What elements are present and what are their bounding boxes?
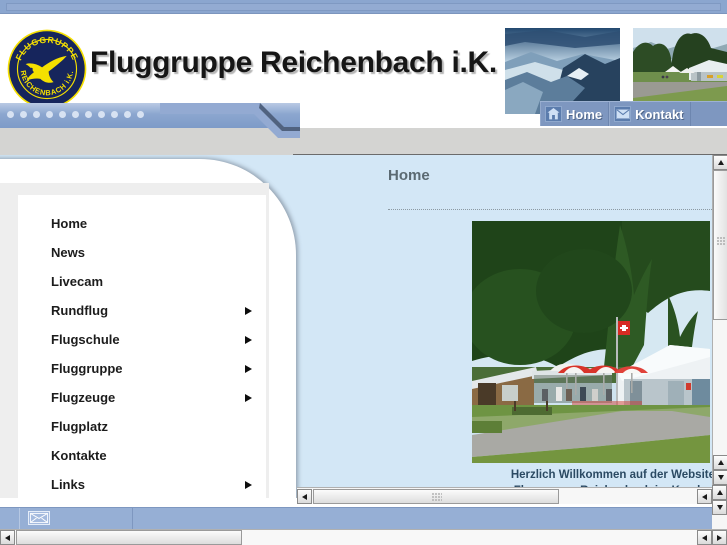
sidebar-item-home[interactable]: Home (18, 209, 266, 238)
sidebar-item-label: Rundflug (51, 303, 109, 318)
triangle-left-icon (702, 534, 707, 541)
content-vertical-scrollbar[interactable] (712, 155, 727, 485)
scroll-right-arrow[interactable] (712, 530, 727, 545)
deco-dot (72, 111, 79, 118)
scroll-thumb-grip (432, 493, 442, 501)
triangle-down-icon (716, 505, 723, 510)
scroll-left-arrow-secondary[interactable] (697, 489, 712, 504)
deco-dot (85, 111, 92, 118)
chevron-right-icon (245, 393, 252, 402)
scroll-up-arrow[interactable] (712, 485, 727, 500)
scroll-up-arrow[interactable] (713, 155, 727, 170)
triangle-left-icon (702, 493, 707, 500)
sidebar-item-flugzeuge[interactable]: Flugzeuge (18, 383, 266, 412)
chevron-right-icon (245, 306, 252, 315)
triangle-left-icon (302, 493, 307, 500)
page-content-canvas: Home Herzlich Willkommen auf der Website… (0, 155, 712, 498)
deco-dot (33, 111, 40, 118)
deco-dot (20, 111, 27, 118)
deco-dot (137, 111, 144, 118)
scroll-down-arrow[interactable] (712, 500, 727, 515)
deco-dot (7, 111, 14, 118)
content-hscroll-thumb[interactable] (313, 489, 559, 504)
sidebar-item-flugplatz[interactable]: Flugplatz (18, 412, 266, 441)
triangle-right-icon (717, 534, 722, 541)
sidebar-item-news[interactable]: News (18, 238, 266, 267)
sidebar-item-label: Flugschule (51, 332, 120, 347)
envelope-icon (614, 106, 632, 122)
nav-item-home-label: Home (566, 106, 603, 122)
deco-dot (46, 111, 53, 118)
sidebar-menu: Home News Livecam Rundflug Flugschule Fl… (18, 195, 266, 498)
sidebar-item-flugschule[interactable]: Flugschule (18, 325, 266, 354)
main-navigation: Home Kontakt (540, 101, 727, 126)
house-icon (545, 106, 562, 122)
nav-item-kontakt-label: Kontakt (635, 106, 684, 122)
welcome-line-1: Herzlich Willkommen auf der Website (510, 469, 712, 481)
sidebar-item-label: Livecam (51, 274, 104, 289)
footer-bar (0, 507, 712, 529)
triangle-up-icon (717, 160, 724, 165)
clubhouse-terrace-photo (472, 221, 710, 463)
triangle-up-icon (716, 490, 723, 495)
content-horizontal-scrollbar[interactable] (297, 487, 727, 504)
deco-dot (111, 111, 118, 118)
nav-item-kontakt[interactable]: Kontakt (609, 102, 691, 126)
content-gray-backdrop (0, 128, 727, 155)
triangle-left-icon (5, 534, 10, 541)
page-vertical-scrollbar[interactable] (712, 485, 727, 529)
content-column: Home Herzlich Willkommen auf der Website (295, 155, 712, 498)
page-title: Fluggruppe Reichenbach i.K. (90, 46, 497, 79)
scroll-left-arrow[interactable] (0, 530, 15, 545)
deco-dot (98, 111, 105, 118)
top-strip-inner (6, 3, 721, 11)
sidebar-item-fluggruppe[interactable]: Fluggruppe (18, 354, 266, 383)
envelope-icon[interactable] (28, 511, 50, 525)
sidebar-item-label: Fluggruppe (51, 361, 123, 376)
sidebar-item-kontakte[interactable]: Kontakte (18, 441, 266, 470)
sidebar-item-links[interactable]: Links (18, 470, 266, 498)
scroll-left-arrow[interactable] (297, 489, 312, 504)
chevron-right-icon (245, 364, 252, 373)
footer-mail-cell[interactable] (19, 508, 133, 529)
chevron-right-icon (245, 335, 252, 344)
content-vscroll-thumb[interactable] (713, 170, 727, 320)
nav-item-home[interactable]: Home (540, 102, 610, 126)
scroll-thumb-grip (717, 237, 725, 246)
sidebar-item-label: Links (51, 477, 85, 492)
deco-dot (124, 111, 131, 118)
triangle-up-icon (717, 460, 724, 465)
content-heading: Home (388, 167, 430, 184)
sidebar-plate: Home News Livecam Rundflug Flugschule Fl… (0, 183, 269, 498)
deco-dot (59, 111, 66, 118)
sidebar-item-label: Kontakte (51, 448, 107, 463)
sidebar-item-label: News (51, 245, 85, 260)
content-divider (388, 209, 712, 210)
sidebar-panel: Home News Livecam Rundflug Flugschule Fl… (0, 159, 296, 498)
page-hscroll-thumb[interactable] (16, 530, 242, 545)
triangle-down-icon (717, 475, 724, 480)
scroll-down-arrow[interactable] (713, 470, 727, 485)
sidebar-item-livecam[interactable]: Livecam (18, 267, 266, 296)
sidebar-item-label: Home (51, 216, 88, 231)
scroll-left-arrow-secondary[interactable] (697, 530, 712, 545)
club-emblem-bird-icon[interactable]: FLUGGRUPPE REICHENBACH i.K. (6, 28, 88, 110)
browser-top-strip (0, 0, 727, 14)
decorative-slant-shape (160, 98, 300, 138)
sidebar-item-label: Flugplatz (51, 419, 109, 434)
chevron-right-icon (245, 480, 252, 489)
sidebar-item-label: Flugzeuge (51, 390, 116, 405)
scroll-up-arrow-secondary[interactable] (713, 455, 727, 470)
page-horizontal-scrollbar[interactable] (0, 529, 727, 545)
sidebar-item-rundflug[interactable]: Rundflug (18, 296, 266, 325)
